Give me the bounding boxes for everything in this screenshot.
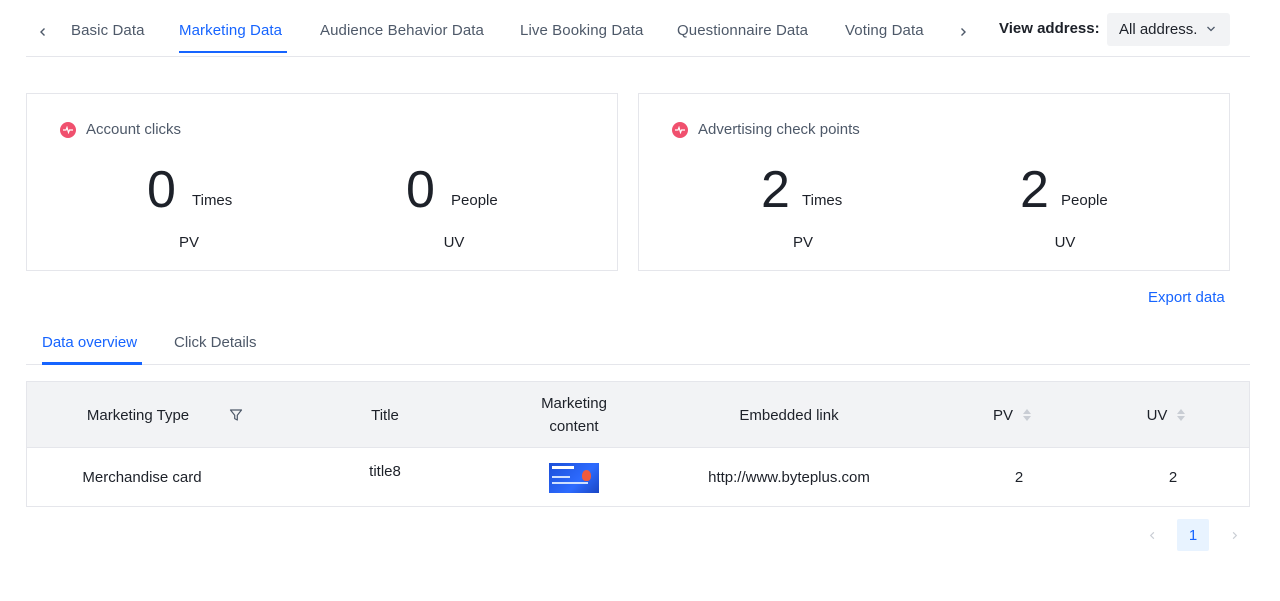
metric-label: UV bbox=[443, 234, 465, 251]
cell-marketing-type: Merchandise card bbox=[82, 469, 202, 486]
metric-value: 0 bbox=[147, 161, 176, 219]
tab-marketing-data[interactable]: Marketing Data bbox=[179, 22, 282, 39]
pulse-icon bbox=[60, 121, 76, 138]
metric-label: UV bbox=[1054, 234, 1076, 251]
pulse-icon bbox=[672, 121, 688, 138]
tab-audience-behavior-data[interactable]: Audience Behavior Data bbox=[320, 22, 484, 39]
column-label: Marketing Type bbox=[86, 406, 190, 424]
metric-value: 2 bbox=[1020, 161, 1049, 219]
top-tab-bar: Basic Data Marketing Data Audience Behav… bbox=[26, 0, 1250, 57]
pagination-prev-icon[interactable] bbox=[1144, 527, 1160, 543]
column-header-marketing-type: Marketing Type bbox=[67, 382, 263, 448]
tab-live-booking-data[interactable]: Live Booking Data bbox=[520, 22, 643, 39]
column-header-embedded-link: Embedded link bbox=[679, 382, 899, 448]
column-header-uv: UV bbox=[1121, 382, 1211, 448]
pagination-next-icon[interactable] bbox=[1226, 527, 1242, 543]
cell-embedded-link: http://www.byteplus.com bbox=[708, 469, 870, 486]
card-title: Account clicks bbox=[86, 121, 182, 138]
metric-unit: Times bbox=[192, 192, 233, 209]
metric-label: PV bbox=[178, 234, 199, 251]
cell-uv: 2 bbox=[1168, 469, 1178, 486]
cell-marketing-content bbox=[524, 448, 624, 507]
metric-unit: People bbox=[451, 192, 498, 209]
tabs-scroll-left-icon[interactable] bbox=[35, 24, 51, 40]
metric-uv: 2 People UV bbox=[962, 158, 1222, 258]
column-label: Marketing content bbox=[541, 395, 607, 435]
export-data-link[interactable]: Export data bbox=[1148, 289, 1225, 306]
marketing-data-table: Marketing Type Title Marketing content E… bbox=[26, 381, 1250, 507]
column-header-marketing-content: Marketing content bbox=[524, 382, 624, 448]
metric-uv: 0 People UV bbox=[350, 158, 610, 258]
column-label: PV bbox=[992, 406, 1013, 424]
cell-title: title8 bbox=[369, 463, 401, 480]
active-tab-underline bbox=[179, 51, 287, 53]
view-address-select[interactable]: All address. bbox=[1107, 13, 1230, 46]
column-label: Title bbox=[371, 406, 399, 424]
view-address-label: View address: bbox=[999, 20, 1100, 37]
advertising-check-points-card: Advertising check points 2 Times PV 2 Pe… bbox=[638, 93, 1230, 271]
column-label: UV bbox=[1146, 406, 1168, 424]
column-header-pv: PV bbox=[967, 382, 1057, 448]
cell-pv: 2 bbox=[1014, 469, 1024, 486]
chevron-down-icon bbox=[1207, 26, 1215, 32]
column-header-title: Title bbox=[327, 382, 443, 448]
tab-basic-data[interactable]: Basic Data bbox=[71, 22, 145, 39]
tabs-scroll-right-icon[interactable] bbox=[955, 24, 971, 40]
tab-questionnaire-data[interactable]: Questionnaire Data bbox=[677, 22, 808, 39]
card-title: Advertising check points bbox=[698, 121, 860, 138]
metric-unit: Times bbox=[802, 192, 843, 209]
sort-icon[interactable] bbox=[1023, 409, 1031, 421]
metric-value: 2 bbox=[761, 161, 790, 219]
account-clicks-card: Account clicks 0 Times PV 0 People UV bbox=[26, 93, 618, 271]
tab-voting-data[interactable]: Voting Data bbox=[845, 22, 924, 39]
tab-data-overview[interactable]: Data overview bbox=[42, 334, 137, 351]
metric-label: PV bbox=[792, 234, 813, 251]
metric-pv: 2 Times PV bbox=[703, 158, 963, 258]
table-header: Marketing Type Title Marketing content E… bbox=[27, 382, 1249, 448]
pagination-page-1[interactable]: 1 bbox=[1177, 519, 1209, 551]
metric-pv: 0 Times PV bbox=[91, 158, 351, 258]
sort-icon[interactable] bbox=[1177, 409, 1186, 421]
column-label: Embedded link bbox=[739, 406, 839, 424]
filter-icon[interactable] bbox=[229, 408, 243, 422]
active-subtab-underline bbox=[42, 362, 142, 365]
tab-click-details[interactable]: Click Details bbox=[174, 334, 257, 351]
metric-value: 0 bbox=[406, 161, 435, 219]
sub-tab-bar: Data overview Click Details bbox=[26, 325, 1250, 365]
byteplus-banner-thumbnail[interactable] bbox=[549, 462, 599, 493]
view-address-value: All address. bbox=[1119, 21, 1198, 38]
metric-unit: People bbox=[1061, 192, 1108, 209]
